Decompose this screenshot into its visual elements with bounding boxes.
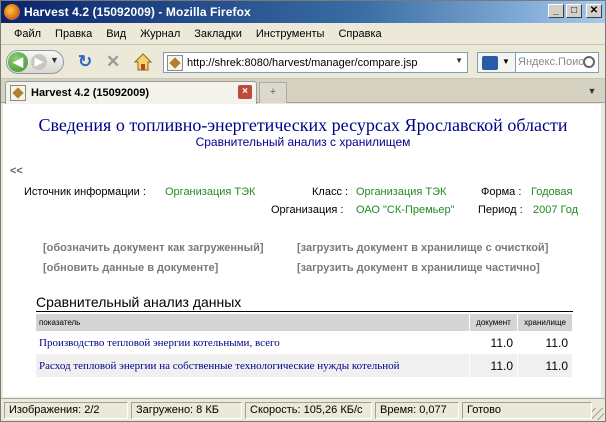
menu-history[interactable]: Журнал	[133, 28, 187, 40]
window-title: Harvest 4.2 (15092009) - Mozilla Firefox	[24, 5, 251, 19]
source-value: Организация ТЭК	[165, 186, 256, 198]
search-icon[interactable]	[583, 56, 595, 68]
load-with-clean-link[interactable]: [загрузить документ в хранилище с очистк…	[297, 242, 548, 254]
menu-view[interactable]: Вид	[99, 28, 133, 40]
header-document: документ	[469, 314, 518, 331]
row-indicator: Расход тепловой энергии на собственные т…	[36, 354, 471, 377]
maximize-button[interactable]: □	[566, 4, 582, 18]
row-document-value: 11.0	[469, 331, 518, 354]
resize-grip-icon[interactable]	[592, 408, 604, 420]
status-loaded: Загружено: 8 КБ	[131, 401, 242, 419]
period-value: 2007 Год	[533, 204, 579, 216]
back-forward-group: ◀ ▶ ▼	[6, 50, 64, 74]
row-indicator: Производство тепловой энергии котельными…	[36, 331, 471, 354]
menu-file[interactable]: Файл	[7, 28, 48, 40]
window-controls: _ □ ✕	[548, 4, 602, 18]
new-tab-button[interactable]: +	[259, 82, 287, 103]
search-placeholder: Яндекс.Поиск	[518, 56, 589, 68]
page-title: Сведения о топливно-энергетических ресур…	[38, 115, 568, 135]
source-label: Источник информации :	[24, 186, 146, 198]
comparison-table: показатель документ хранилище Производст…	[36, 314, 573, 377]
reload-icon[interactable]: ↻	[78, 53, 96, 71]
status-bar: Изображения: 2/2 Загружено: 8 КБ Скорост…	[1, 398, 605, 421]
org-label: Организация :	[271, 204, 344, 216]
period-label: Период :	[478, 204, 523, 216]
form-value: Годовая	[531, 186, 573, 198]
table-row: Производство тепловой энергии котельными…	[36, 331, 573, 354]
tab-bar: Harvest 4.2 (15092009) × + ▼	[1, 79, 605, 104]
section-divider	[36, 311, 573, 312]
page-content: Сведения о топливно-энергетических ресур…	[3, 104, 603, 397]
url-dropdown-icon[interactable]: ▼	[455, 56, 463, 65]
class-value: Организация ТЭК	[356, 186, 447, 198]
section-title: Сравнительный анализ данных	[36, 294, 242, 310]
page-subtitle: Сравнительный анализ с хранилищем	[195, 135, 411, 149]
header-storage: хранилище	[517, 314, 573, 331]
firefox-icon	[4, 4, 20, 20]
status-images: Изображения: 2/2	[4, 401, 128, 419]
form-label: Форма :	[481, 186, 522, 198]
home-icon[interactable]	[133, 52, 153, 72]
menu-bar: Файл Правка Вид Журнал Закладки Инструме…	[1, 23, 605, 44]
class-label: Класс :	[312, 186, 349, 198]
navigation-toolbar: ◀ ▶ ▼ ↻ ✕ http://shrek:8080/harvest/mana…	[1, 44, 605, 79]
search-engine-icon	[482, 56, 498, 70]
close-button[interactable]: ✕	[586, 4, 602, 18]
search-input[interactable]: Яндекс.Поиск	[515, 52, 599, 73]
header-indicator: показатель	[36, 314, 471, 331]
history-dropdown-icon[interactable]: ▼	[50, 55, 59, 65]
tab-list-icon[interactable]: ▼	[585, 84, 599, 98]
mark-loaded-link[interactable]: [обозначить документ как загруженный]	[43, 242, 264, 254]
site-favicon-icon	[167, 54, 183, 71]
row-document-value: 11.0	[469, 354, 518, 377]
org-value: ОАО "СК-Премьер"	[356, 204, 455, 216]
back-arrow-icon[interactable]: ◀	[8, 52, 28, 72]
tab-label: Harvest 4.2 (15092009)	[31, 87, 150, 99]
tab-harvest[interactable]: Harvest 4.2 (15092009) ×	[5, 81, 257, 104]
title-bar[interactable]: Harvest 4.2 (15092009) - Mozilla Firefox…	[1, 1, 605, 23]
menu-help[interactable]: Справка	[331, 28, 388, 40]
browser-window: Harvest 4.2 (15092009) - Mozilla Firefox…	[0, 0, 606, 422]
menu-bookmarks[interactable]: Закладки	[187, 28, 249, 40]
menu-edit[interactable]: Правка	[48, 28, 99, 40]
minimize-button[interactable]: _	[548, 4, 564, 18]
row-storage-value: 11.0	[517, 354, 573, 377]
status-time: Время: 0,077	[375, 401, 459, 419]
row-storage-value: 11.0	[517, 331, 573, 354]
search-engine-selector[interactable]: ▼	[477, 52, 515, 73]
tab-favicon-icon	[10, 85, 26, 101]
stop-icon[interactable]: ✕	[106, 53, 124, 71]
address-bar[interactable]: http://shrek:8080/harvest/manager/compar…	[163, 52, 468, 73]
forward-arrow-icon[interactable]: ▶	[31, 54, 47, 70]
back-link[interactable]: <<	[10, 165, 23, 177]
close-tab-icon[interactable]: ×	[238, 85, 252, 99]
page-edge	[601, 104, 603, 397]
url-input[interactable]: http://shrek:8080/harvest/manager/compar…	[187, 57, 442, 69]
load-partial-link[interactable]: [загрузить документ в хранилище частично…	[297, 262, 540, 274]
menu-tools[interactable]: Инструменты	[249, 28, 332, 40]
status-speed: Скорость: 105,26 КБ/с	[245, 401, 372, 419]
table-row: Расход тепловой энергии на собственные т…	[36, 354, 573, 377]
update-data-link[interactable]: [обновить данные в документе]	[43, 262, 218, 274]
status-state: Готово	[462, 401, 592, 419]
chevron-down-icon: ▼	[502, 57, 510, 66]
